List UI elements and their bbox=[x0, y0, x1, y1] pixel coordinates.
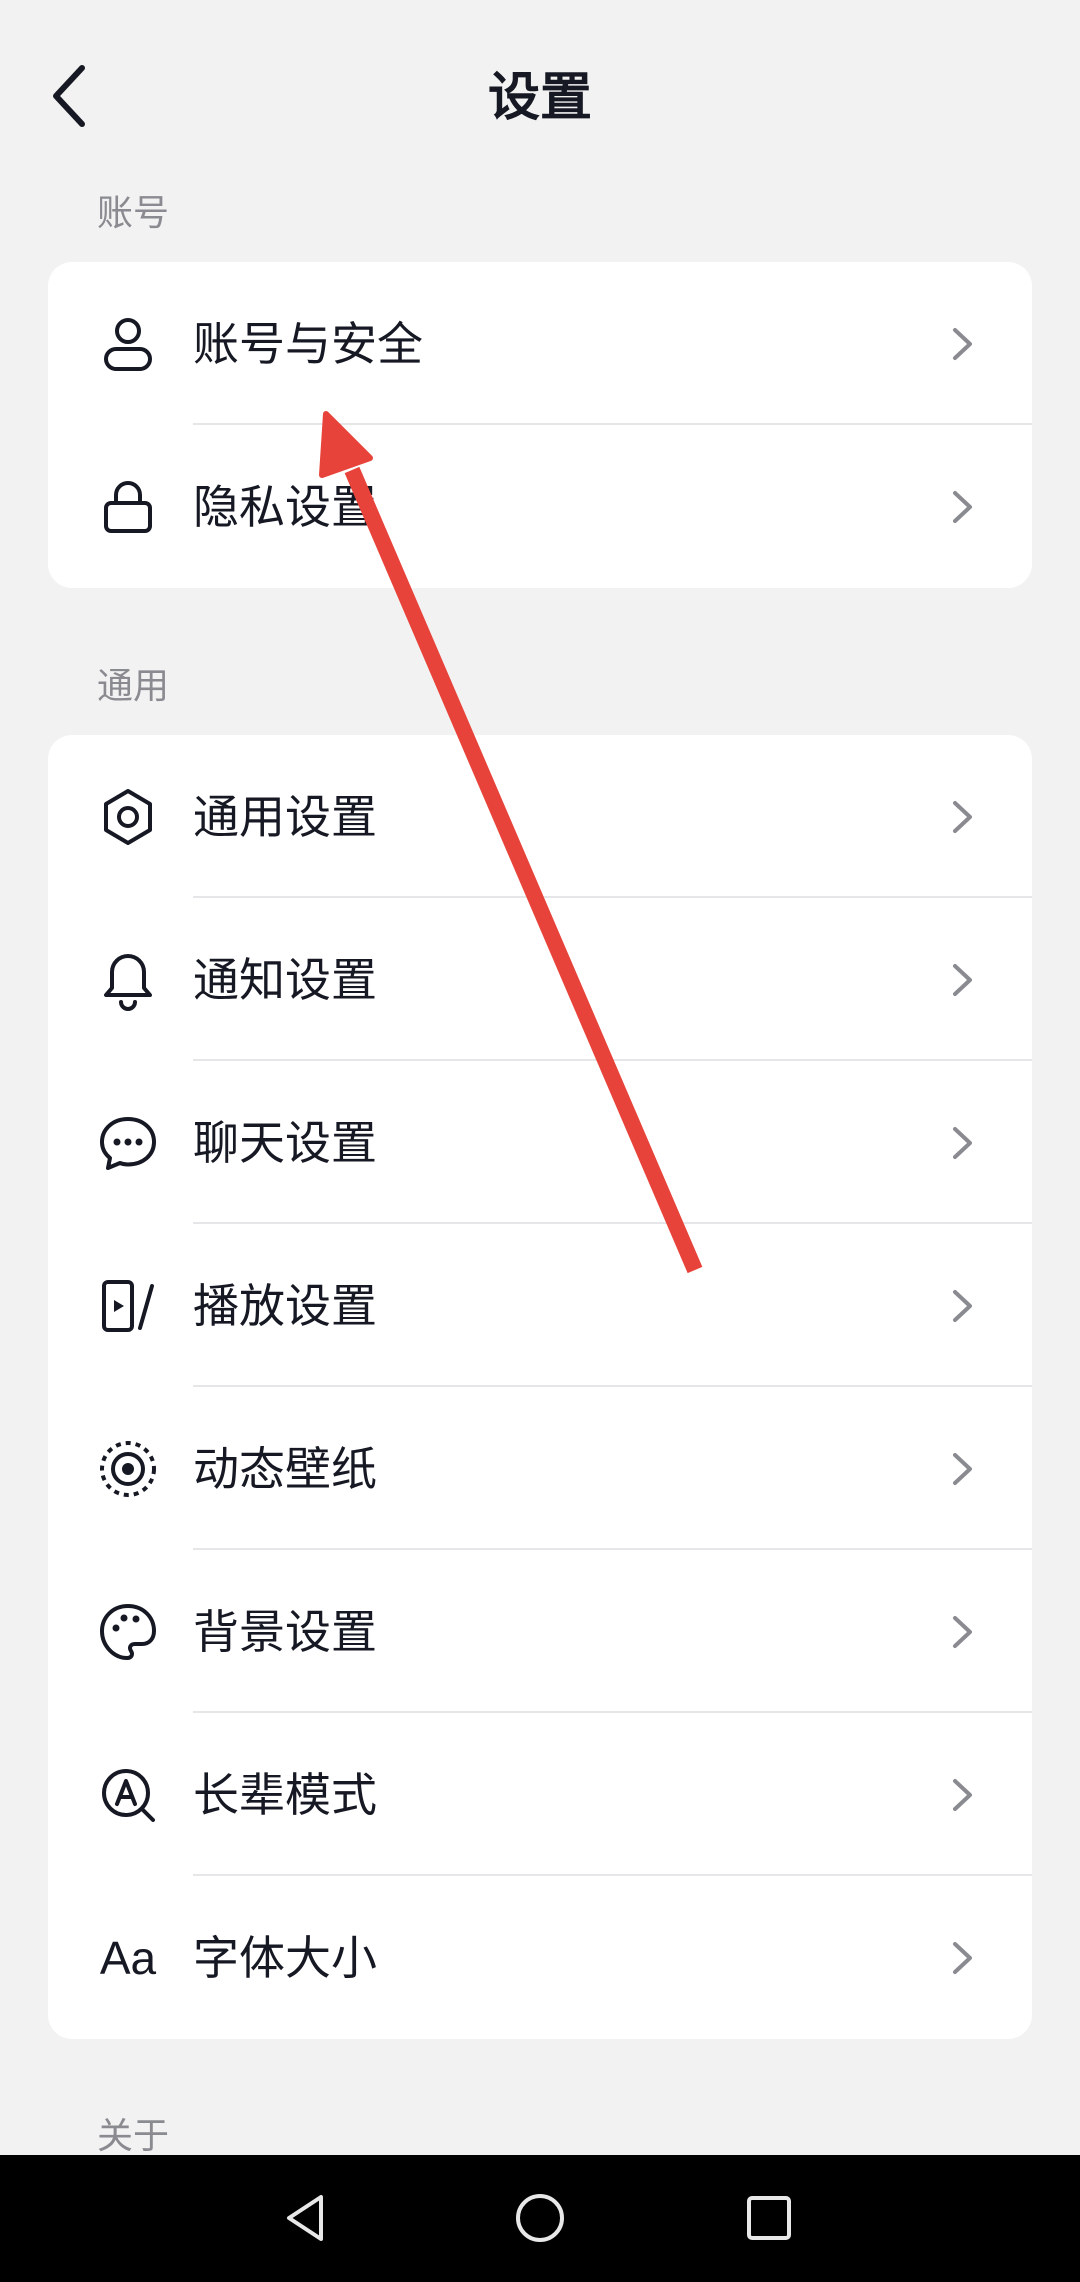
nav-recents-button[interactable] bbox=[734, 2183, 804, 2253]
settings-item-live-wallpaper[interactable]: 动态壁纸 bbox=[48, 1387, 1032, 1550]
recents-square-icon bbox=[747, 2196, 791, 2240]
nav-home-button[interactable] bbox=[505, 2183, 575, 2253]
settings-item-label: 动态壁纸 bbox=[193, 1441, 377, 1496]
settings-item-label: 账号与安全 bbox=[193, 316, 423, 371]
header: 设置 bbox=[0, 0, 1080, 190]
settings-item-notifications[interactable]: 通知设置 bbox=[48, 898, 1032, 1061]
settings-item-elder-mode[interactable]: 长辈模式 bbox=[48, 1713, 1032, 1876]
chevron-right-icon bbox=[950, 1286, 976, 1326]
chevron-right-icon bbox=[950, 797, 976, 837]
settings-item-label: 聊天设置 bbox=[193, 1115, 377, 1170]
font-size-icon: Aa bbox=[99, 1931, 157, 1984]
chevron-right-icon bbox=[950, 324, 976, 364]
chevron-right-icon bbox=[950, 1938, 976, 1978]
chat-bubble-icon bbox=[96, 1111, 160, 1175]
chevron-right-icon bbox=[950, 1612, 976, 1652]
settings-item-label: 播放设置 bbox=[193, 1278, 377, 1333]
settings-item-label: 字体大小 bbox=[193, 1930, 377, 1985]
settings-item-chat[interactable]: 聊天设置 bbox=[48, 1061, 1032, 1224]
user-icon bbox=[96, 312, 160, 376]
nav-back-button[interactable] bbox=[273, 2183, 343, 2253]
lock-icon bbox=[96, 475, 160, 539]
chevron-right-icon bbox=[950, 960, 976, 1000]
settings-item-label: 隐私设置 bbox=[193, 479, 377, 534]
settings-item-label: 通知设置 bbox=[193, 952, 377, 1007]
chevron-right-icon bbox=[950, 1123, 976, 1163]
settings-item-label: 长辈模式 bbox=[193, 1767, 377, 1822]
section-label-account: 账号 bbox=[97, 193, 170, 234]
page-title: 设置 bbox=[487, 68, 592, 128]
palette-icon bbox=[96, 1600, 160, 1664]
settings-item-background[interactable]: 背景设置 bbox=[48, 1550, 1032, 1713]
settings-item-font-size[interactable]: Aa 字体大小 bbox=[48, 1876, 1032, 2039]
general-card: 通用设置 通知设置 聊天设置 播放设置 动态壁纸 背景设置 长辈模式 Aa 字体… bbox=[48, 735, 1032, 2039]
settings-item-privacy[interactable]: 隐私设置 bbox=[48, 425, 1032, 588]
settings-item-general[interactable]: 通用设置 bbox=[48, 735, 1032, 898]
system-nav-bar bbox=[0, 2155, 1080, 2282]
chevron-right-icon bbox=[950, 1775, 976, 1815]
settings-item-label: 通用设置 bbox=[193, 789, 377, 844]
section-label-general: 通用 bbox=[97, 666, 170, 707]
home-circle-icon bbox=[516, 2194, 564, 2242]
bell-icon bbox=[96, 948, 160, 1012]
settings-item-label: 背景设置 bbox=[193, 1604, 377, 1659]
settings-item-playback[interactable]: 播放设置 bbox=[48, 1224, 1032, 1387]
back-triangle-icon bbox=[287, 2195, 323, 2241]
wallpaper-icon bbox=[96, 1437, 160, 1501]
chevron-right-icon bbox=[950, 487, 976, 527]
gear-icon bbox=[96, 785, 160, 849]
play-device-icon bbox=[96, 1274, 160, 1338]
elder-mode-icon bbox=[96, 1763, 160, 1827]
account-card: 账号与安全 隐私设置 bbox=[48, 262, 1032, 588]
chevron-right-icon bbox=[950, 1449, 976, 1489]
settings-item-account-security[interactable]: 账号与安全 bbox=[48, 262, 1032, 425]
